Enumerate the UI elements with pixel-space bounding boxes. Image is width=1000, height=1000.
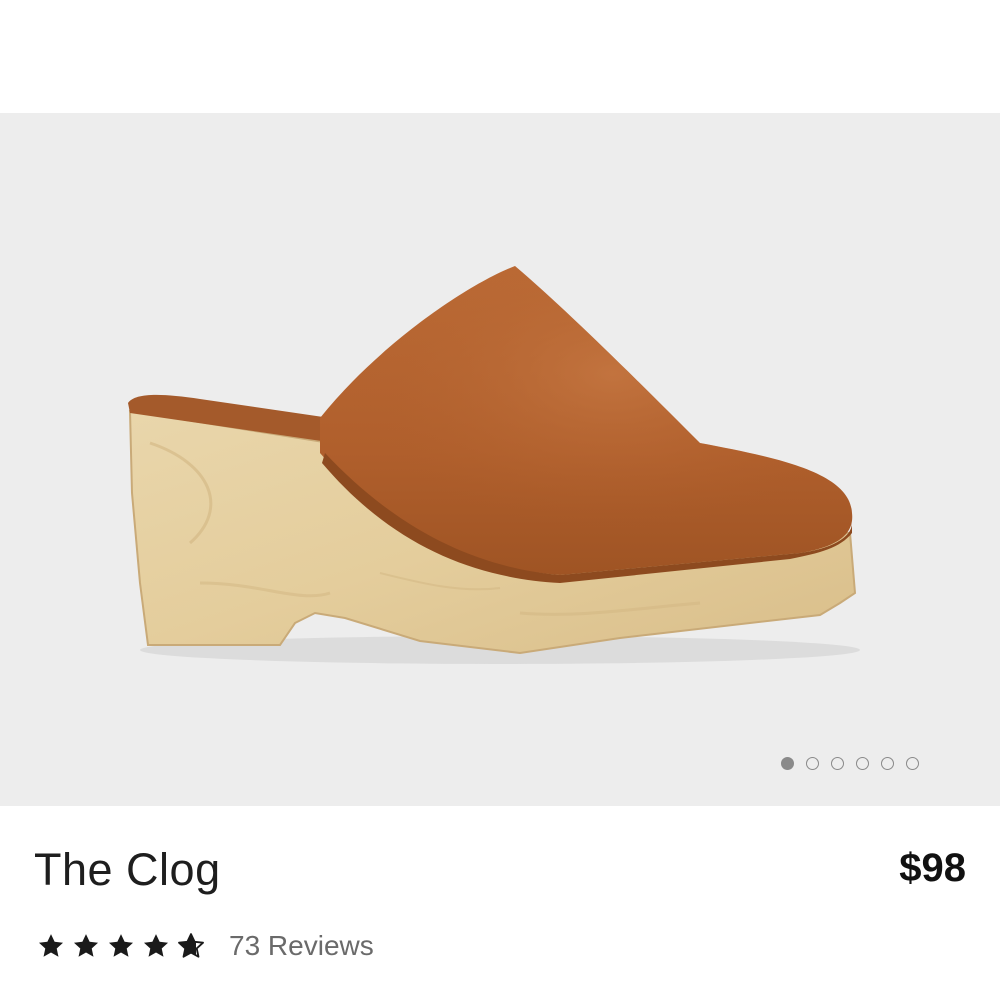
- star-icon-3: [108, 934, 134, 957]
- reviews-link[interactable]: 73 Reviews: [229, 928, 374, 964]
- gallery-dot-4[interactable]: [856, 756, 869, 770]
- gallery-dot-3[interactable]: [831, 756, 844, 770]
- gallery-dot-5[interactable]: [881, 756, 894, 770]
- top-spacer: [0, 0, 1000, 113]
- product-image[interactable]: [0, 113, 1000, 806]
- star-icon-1: [38, 934, 64, 957]
- product-image-gallery[interactable]: [0, 113, 1000, 806]
- product-price: $98: [899, 846, 966, 890]
- star-partial-icon: [178, 933, 204, 958]
- gallery-dot-2[interactable]: [806, 756, 819, 770]
- star-icon-4: [143, 934, 169, 957]
- gallery-dot-1[interactable]: [781, 756, 794, 770]
- product-rating[interactable]: 73 Reviews: [37, 928, 374, 964]
- gallery-dot-6[interactable]: [906, 756, 919, 770]
- star-rating: [37, 932, 205, 960]
- product-info: The Clog $98 73 Reviews: [0, 806, 1000, 1000]
- product-name[interactable]: The Clog: [34, 844, 221, 896]
- star-icon-2: [73, 934, 99, 957]
- gallery-pagination-dots: [781, 754, 919, 772]
